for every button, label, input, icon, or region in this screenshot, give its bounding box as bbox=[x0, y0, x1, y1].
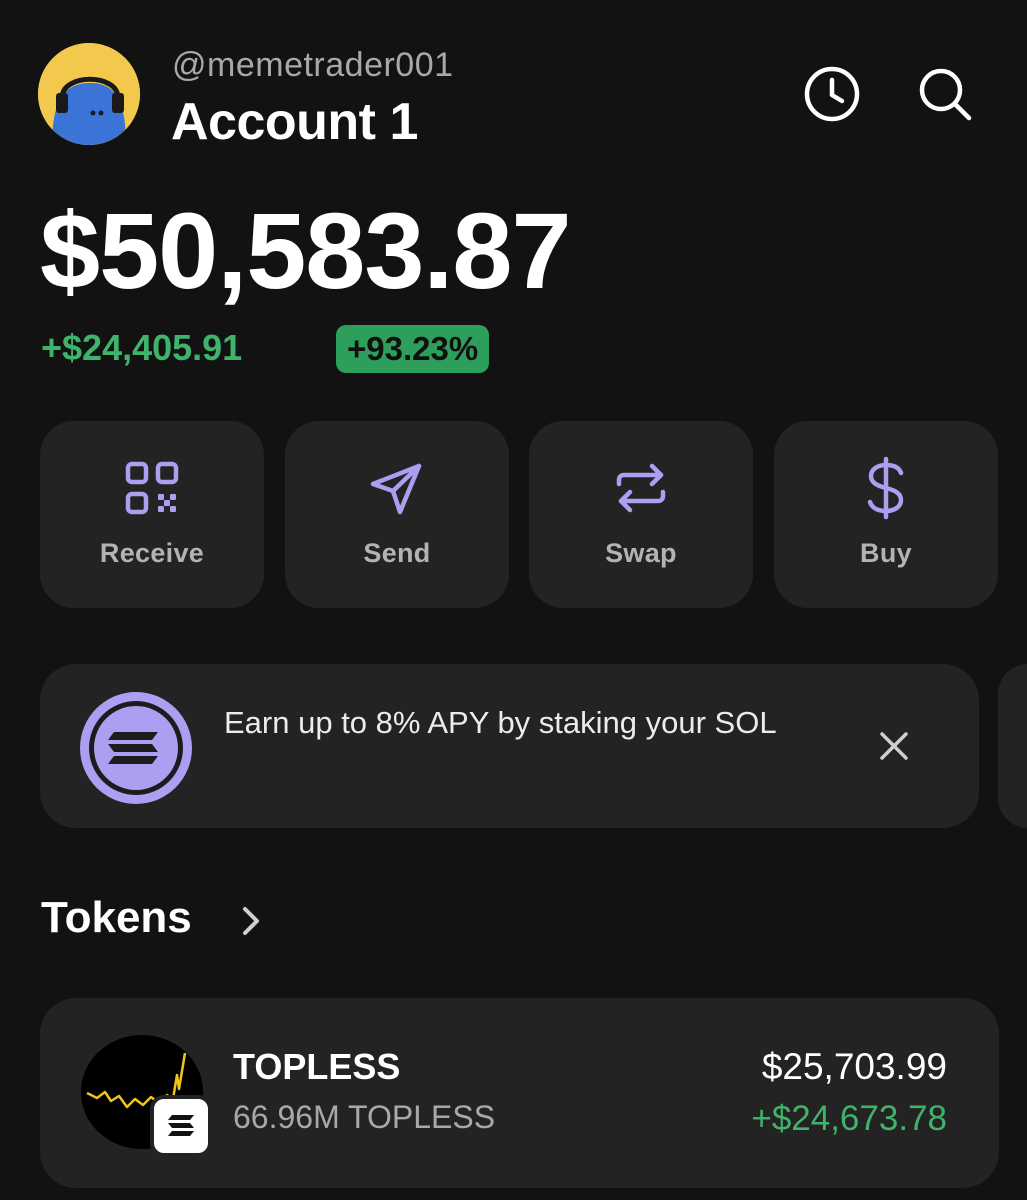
token-row[interactable]: TOPLESS 66.96M TOPLESS $25,703.99 +$24,6… bbox=[40, 998, 999, 1188]
token-name: TOPLESS bbox=[233, 1046, 401, 1087]
close-icon bbox=[880, 732, 908, 760]
history-button[interactable] bbox=[802, 64, 862, 124]
search-icon bbox=[919, 68, 972, 121]
balance-change-percent-badge: +93.23% bbox=[336, 325, 490, 373]
token-amount: 66.96M TOPLESS bbox=[233, 1099, 496, 1135]
solana-icon bbox=[78, 690, 194, 811]
swap-arrows-icon bbox=[616, 463, 666, 513]
swap-label: Swap bbox=[605, 538, 677, 568]
username-handle: @memetrader001 bbox=[172, 46, 454, 84]
next-promo-card[interactable] bbox=[998, 664, 1027, 828]
receive-button[interactable]: Receive bbox=[40, 421, 264, 608]
account-name[interactable]: Account 1 bbox=[171, 92, 418, 152]
search-button[interactable] bbox=[915, 64, 975, 124]
token-value: $25,703.99 bbox=[761, 1046, 947, 1087]
paper-plane-icon bbox=[370, 463, 422, 515]
solana-chain-badge-icon bbox=[150, 1095, 212, 1157]
staking-promo-banner[interactable]: Earn up to 8% APY by staking your SOL bbox=[40, 664, 979, 828]
close-button[interactable] bbox=[872, 724, 916, 768]
swap-button[interactable]: Swap bbox=[529, 421, 753, 608]
tokens-section-link[interactable]: Tokens bbox=[41, 893, 192, 943]
balance-change-amount: +$24,405.91 bbox=[41, 327, 243, 368]
history-icon bbox=[804, 66, 860, 122]
total-balance: $50,583.87 bbox=[40, 190, 572, 311]
promo-text: Earn up to 8% APY by staking your SOL bbox=[224, 705, 777, 740]
send-label: Send bbox=[363, 538, 431, 568]
dollar-icon bbox=[867, 456, 904, 520]
send-button[interactable]: Send bbox=[285, 421, 509, 608]
buy-label: Buy bbox=[860, 538, 912, 568]
receive-label: Receive bbox=[99, 538, 205, 568]
qr-code-icon bbox=[125, 461, 179, 515]
buy-button[interactable]: Buy bbox=[774, 421, 998, 608]
token-change: +$24,673.78 bbox=[751, 1099, 947, 1138]
chevron-right-icon[interactable] bbox=[240, 905, 262, 942]
avatar[interactable] bbox=[38, 43, 140, 145]
